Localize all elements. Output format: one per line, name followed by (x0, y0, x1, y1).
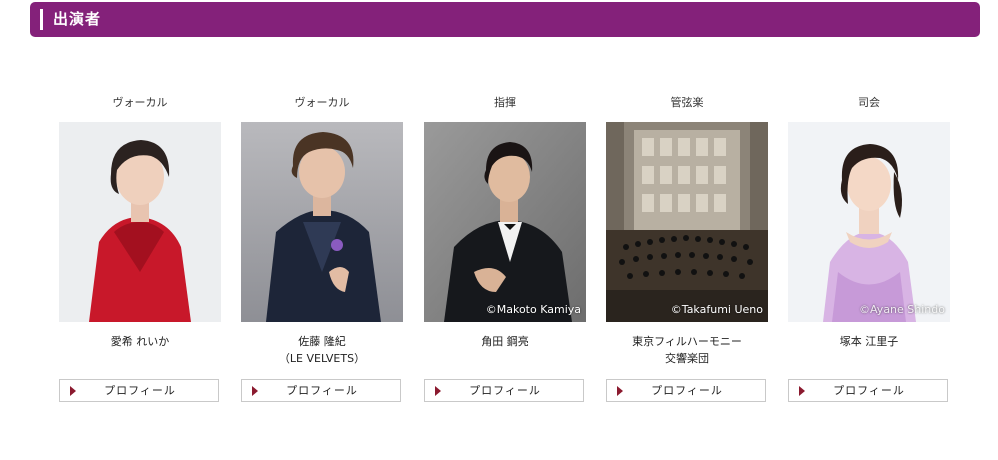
performer-name: 角田 鋼亮 (424, 333, 586, 350)
performer-name: 東京フィルハーモニー 交響楽団 (606, 333, 768, 367)
performer-photo[interactable]: ©Ayane Shindo (788, 122, 950, 322)
header-accent-bar (40, 9, 43, 30)
portrait-image (241, 122, 403, 322)
performer-role: 指揮 (494, 96, 516, 109)
performer-photo[interactable] (241, 122, 403, 322)
orchestra-image (606, 122, 768, 322)
performer-card: ヴォーカル 佐藤 隆紀 （LE VELVETS） プロフィール (241, 92, 403, 412)
portrait-image (424, 122, 586, 322)
performer-name-line1: 愛希 れいか (110, 335, 170, 348)
performer-name-line1: 佐藤 隆紀 (298, 335, 346, 348)
section-title: 出演者 (53, 10, 102, 28)
performer-name: 佐藤 隆紀 （LE VELVETS） (241, 333, 403, 367)
performer-photo[interactable] (59, 122, 221, 322)
performer-card: 指揮 ©Makoto Kamiya 角田 鋼亮 プロフィール (424, 92, 586, 412)
performer-name-line2: 交響楽団 (665, 352, 709, 365)
performer-role: ヴォーカル (294, 96, 350, 109)
profile-button-label: プロフィール (286, 384, 358, 397)
profile-button[interactable]: プロフィール (606, 379, 766, 402)
performer-name: 塚本 江里子 (788, 333, 950, 350)
performer-name-line2: （LE VELVETS） (278, 352, 366, 365)
performer-card: 司会 ©Ayane Shindo 塚本 江里子 プロフィール (788, 92, 950, 412)
performer-photo[interactable]: ©Makoto Kamiya (424, 122, 586, 322)
profile-button-label: プロフィール (104, 384, 176, 397)
performer-list: ヴォーカル 愛希 れいか プロフィール ヴォーカル 佐藤 隆紀 （LE VELV… (0, 92, 998, 422)
performer-role: 司会 (858, 96, 880, 109)
performer-name-line1: 塚本 江里子 (839, 335, 899, 348)
performer-name-line1: 角田 鋼亮 (481, 335, 529, 348)
profile-button-label: プロフィール (469, 384, 541, 397)
photo-credit: ©Ayane Shindo (859, 303, 945, 316)
performer-name: 愛希 れいか (59, 333, 221, 350)
performer-name-line1: 東京フィルハーモニー (632, 335, 742, 348)
portrait-image (59, 122, 221, 322)
portrait-image (788, 122, 950, 322)
profile-button[interactable]: プロフィール (788, 379, 948, 402)
performer-role: 管弦楽 (670, 96, 704, 109)
performer-role: ヴォーカル (112, 96, 168, 109)
profile-button-label: プロフィール (833, 384, 905, 397)
photo-credit: ©Takafumi Ueno (670, 303, 763, 316)
photo-credit: ©Makoto Kamiya (485, 303, 581, 316)
profile-button[interactable]: プロフィール (241, 379, 401, 402)
section-header: 出演者 (30, 2, 980, 37)
profile-button-label: プロフィール (651, 384, 723, 397)
performer-card: ヴォーカル 愛希 れいか プロフィール (59, 92, 221, 412)
profile-button[interactable]: プロフィール (59, 379, 219, 402)
performer-card: 管弦楽 ©Takafumi Ueno 東京フィルハーモニー 交響楽団 プロフィー… (606, 92, 768, 412)
profile-button[interactable]: プロフィール (424, 379, 584, 402)
performer-photo[interactable]: ©Takafumi Ueno (606, 122, 768, 322)
